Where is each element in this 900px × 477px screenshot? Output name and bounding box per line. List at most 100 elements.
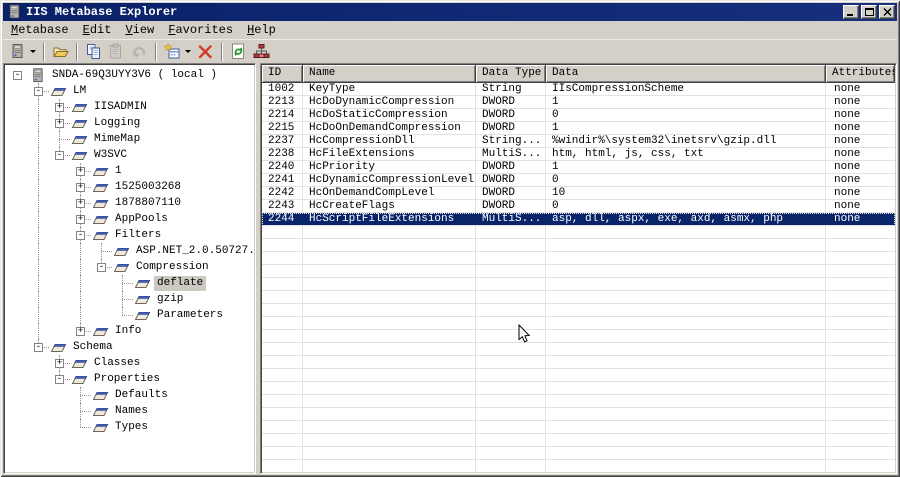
collapse-toggle[interactable]: - (34, 342, 43, 352)
tree-node-asp-net-2-0-50727-0[interactable]: ASP.NET_2.0.50727.0 (7, 243, 255, 259)
dropdown-caret-icon[interactable] (185, 50, 191, 53)
tree-node-compression[interactable]: - Compression (7, 259, 255, 275)
cell-attributes: none (834, 174, 861, 186)
list-row-2215[interactable]: 2215 HcDoOnDemandCompression DWORD 1 none (262, 122, 895, 135)
list-row-2214[interactable]: 2214 HcDoStaticCompression DWORD 0 none (262, 109, 895, 122)
list-row-1002[interactable]: 1002 KeyType String IIsCompressionScheme non… (262, 83, 895, 96)
tree-node-lm[interactable]: - LM (7, 83, 255, 99)
collapse-toggle[interactable]: - (34, 86, 43, 96)
open-key-button[interactable] (49, 41, 72, 63)
tree-node-1[interactable]: +1 (7, 163, 255, 179)
tree-node-label[interactable]: Compression (133, 260, 212, 275)
tree-node-types[interactable]: Types (7, 419, 255, 435)
tree-node-deflate[interactable]: deflate (7, 275, 255, 291)
expand-toggle[interactable]: + (55, 358, 64, 368)
connect-server-button[interactable] (6, 41, 39, 63)
close-button[interactable] (879, 5, 895, 19)
tree-node-label[interactable]: SNDA-69Q3UYY3V6 ( local ) (49, 68, 220, 83)
menu-edit[interactable]: Edit (76, 22, 119, 39)
tree-node-info[interactable]: + Info (7, 323, 255, 339)
tree-node-label[interactable]: Logging (91, 116, 143, 131)
column-header-name[interactable]: Name (303, 65, 476, 83)
tree-node-label[interactable]: W3SVC (91, 148, 130, 163)
tree-node-apppools[interactable]: + AppPools (7, 211, 255, 227)
column-header-type[interactable]: Data Type (476, 65, 546, 83)
expand-toggle[interactable]: + (76, 214, 85, 224)
tree-node-schema[interactable]: - Schema (7, 339, 255, 355)
expand-toggle[interactable]: + (76, 182, 85, 192)
collapse-toggle[interactable]: - (97, 262, 106, 272)
list-row-2244[interactable]: 2244 HcScriptFileExtensions MultiS... asp, … (262, 213, 895, 226)
column-header-id[interactable]: ID (262, 65, 303, 83)
tree-node-mimemap[interactable]: MimeMap (7, 131, 255, 147)
tree-node-properties[interactable]: - Properties (7, 371, 255, 387)
tree-node-label[interactable]: 1 (112, 164, 125, 179)
tree-node-label[interactable]: Types (112, 420, 151, 435)
collapse-toggle[interactable]: - (55, 374, 64, 384)
tree-node-label[interactable]: Schema (70, 340, 116, 355)
tree-node-classes[interactable]: + Classes (7, 355, 255, 371)
tree-node-label[interactable]: Names (112, 404, 151, 419)
tree-node-iisadmin[interactable]: + IISADMIN (7, 99, 255, 115)
tree-node-label[interactable]: LM (70, 84, 89, 99)
tree-node-snda-69q3uyy3v6-local[interactable]: - SNDA-69Q3UYY3V6 ( local ) (7, 67, 255, 83)
list-row-2242[interactable]: 2242 HcOnDemandCompLevel DWORD 10 none (262, 187, 895, 200)
collapse-toggle[interactable]: - (55, 150, 64, 160)
column-header-attributes[interactable]: Attributes (826, 65, 895, 83)
tree-node-label[interactable]: Classes (91, 356, 143, 371)
expand-toggle[interactable]: + (55, 102, 64, 112)
column-header-data[interactable]: Data (546, 65, 826, 83)
tree-node-filters[interactable]: - Filters (7, 227, 255, 243)
expand-toggle[interactable]: + (55, 118, 64, 128)
tree-node-label[interactable]: ASP.NET_2.0.50727.0 (133, 244, 255, 259)
tree-node-1525003268[interactable]: +1525003268 (7, 179, 255, 195)
delete-button[interactable] (194, 41, 217, 63)
list-row-2240[interactable]: 2240 HcPriority DWORD 1 none (262, 161, 895, 174)
expand-toggle[interactable]: + (76, 326, 85, 336)
tree-node-w3svc[interactable]: - W3SVC (7, 147, 255, 163)
copy-button[interactable] (82, 41, 105, 63)
maximize-button[interactable] (861, 5, 877, 19)
key-icon (71, 147, 88, 163)
tree-node-label[interactable]: MimeMap (91, 132, 143, 147)
tree-node-label[interactable]: Defaults (112, 388, 171, 403)
collapse-toggle[interactable]: - (13, 70, 22, 80)
cell-attributes: none (834, 148, 861, 160)
tree-node-label[interactable]: Properties (91, 372, 163, 387)
menu-metabase[interactable]: Metabase (4, 22, 76, 39)
view-tree-button[interactable] (250, 41, 273, 63)
tree-node-parameters[interactable]: Parameters (7, 307, 255, 323)
tree-node-label[interactable]: deflate (154, 275, 207, 291)
collapse-toggle[interactable]: - (76, 230, 85, 240)
menu-help[interactable]: Help (240, 22, 283, 39)
minimize-button[interactable] (843, 5, 859, 19)
tree-node-label[interactable]: IISADMIN (91, 100, 150, 115)
dropdown-caret-icon[interactable] (30, 50, 36, 53)
key-icon (92, 387, 109, 403)
tree-node-label[interactable]: AppPools (112, 212, 171, 227)
cell-data: IIsCompressionScheme (552, 83, 685, 95)
tree-node-label[interactable]: Parameters (154, 308, 226, 323)
list-row-2237[interactable]: 2237 HcCompressionDll String... %windir%\sy… (262, 135, 895, 148)
tree-node-logging[interactable]: + Logging (7, 115, 255, 131)
tree-node-defaults[interactable]: Defaults (7, 387, 255, 403)
new-key-button[interactable] (161, 41, 194, 63)
menu-favorites[interactable]: Favorites (161, 22, 240, 39)
expand-toggle[interactable]: + (76, 166, 85, 176)
list-row-2213[interactable]: 2213 HcDoDynamicCompression DWORD 1 none (262, 96, 895, 109)
refresh-button[interactable] (227, 41, 250, 63)
tree-node-label[interactable]: gzip (154, 292, 186, 307)
tree-node-gzip[interactable]: gzip (7, 291, 255, 307)
window-title: IIS Metabase Explorer (26, 5, 178, 19)
tree-node-label[interactable]: 1525003268 (112, 180, 184, 195)
tree-node-1878807110[interactable]: +1878807110 (7, 195, 255, 211)
menu-view[interactable]: View (118, 22, 161, 39)
list-row-2243[interactable]: 2243 HcCreateFlags DWORD 0 none (262, 200, 895, 213)
list-row-2241[interactable]: 2241 HcDynamicCompressionLevel DWORD 0 none (262, 174, 895, 187)
tree-node-names[interactable]: Names (7, 403, 255, 419)
tree-node-label[interactable]: Info (112, 324, 144, 339)
list-row-2238[interactable]: 2238 HcFileExtensions MultiS... htm, html, … (262, 148, 895, 161)
expand-toggle[interactable]: + (76, 198, 85, 208)
tree-node-label[interactable]: 1878807110 (112, 196, 184, 211)
tree-node-label[interactable]: Filters (112, 228, 164, 243)
